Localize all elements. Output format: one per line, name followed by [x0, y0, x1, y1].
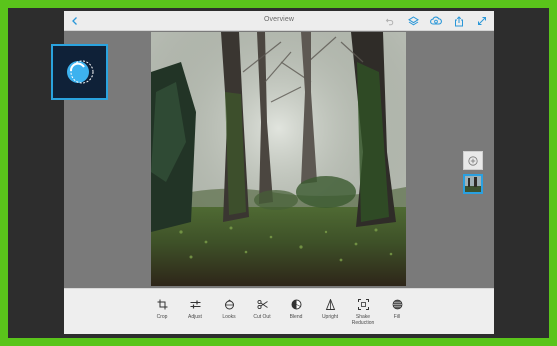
- tool-blend[interactable]: Blend: [280, 298, 312, 320]
- app-logo: [51, 44, 108, 100]
- photoshop-mix-logo-icon: [66, 60, 93, 84]
- plus-icon: [468, 155, 478, 166]
- creative-cloud-icon: [430, 16, 442, 25]
- scissors-icon: [256, 299, 268, 309]
- tool-label: Shake Reduction: [351, 314, 375, 326]
- layers-icon: [407, 15, 419, 25]
- adjust-icon: [190, 300, 200, 308]
- app-window: Overview Crop Adjust Looks Cut Out Blend…: [64, 11, 494, 334]
- tool-cut-out[interactable]: Cut Out: [246, 298, 278, 320]
- tool-looks[interactable]: Looks: [213, 298, 245, 320]
- tool-label: Blend: [289, 314, 303, 320]
- looks-icon: [224, 298, 234, 309]
- tool-adjust[interactable]: Adjust: [179, 298, 211, 320]
- tool-crop[interactable]: Crop: [146, 298, 178, 320]
- tool-label: Looks: [222, 314, 236, 320]
- share-button[interactable]: [451, 13, 467, 29]
- forest-photo[interactable]: [151, 32, 406, 286]
- share-icon: [455, 15, 463, 26]
- add-layer-button[interactable]: [463, 151, 483, 170]
- canvas-area[interactable]: [64, 31, 494, 288]
- titlebar-actions: [382, 13, 490, 29]
- crop-icon: [157, 299, 167, 309]
- tool-label: Crop: [156, 314, 168, 320]
- tool-upright[interactable]: Upright: [314, 298, 346, 320]
- layers-button[interactable]: [405, 13, 421, 29]
- blend-icon: [291, 299, 301, 309]
- undo-icon: [385, 18, 394, 26]
- bottom-toolbar: Crop Adjust Looks Cut Out Blend Upright …: [64, 288, 494, 334]
- tool-fill[interactable]: Fill: [381, 298, 413, 320]
- tool-shake-reduction[interactable]: Shake Reduction: [347, 298, 379, 326]
- fullscreen-icon: [478, 17, 486, 25]
- forest-image: [151, 32, 406, 286]
- titlebar: Overview: [64, 11, 494, 31]
- tool-label: Cut Out: [253, 314, 271, 320]
- tool-label: Adjust: [188, 314, 202, 320]
- layer-thumbnail[interactable]: [463, 174, 483, 194]
- fill-icon: [392, 299, 402, 309]
- tool-label: Fill: [393, 314, 401, 320]
- layer-thumbnail-image: [465, 176, 481, 192]
- fullscreen-button[interactable]: [474, 13, 490, 29]
- undo-button[interactable]: [382, 13, 398, 29]
- upright-icon: [325, 298, 335, 310]
- creative-cloud-button[interactable]: [428, 13, 444, 29]
- tool-label: Upright: [321, 314, 339, 320]
- shake-reduction-icon: [357, 298, 369, 310]
